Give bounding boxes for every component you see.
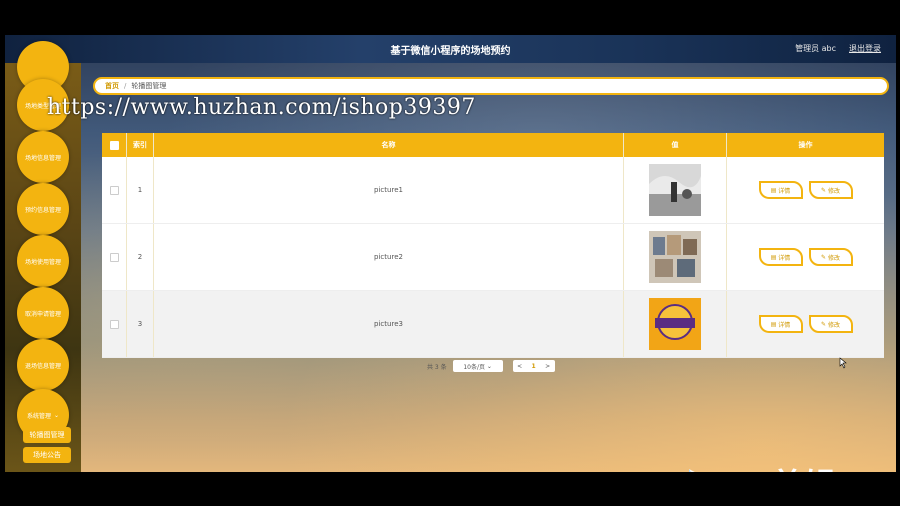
table-row: 1 picture1 ▤ 详情 ✎ 修改 <box>102 157 884 224</box>
prev-page-button[interactable]: < <box>513 363 527 370</box>
next-page-button[interactable]: > <box>541 363 555 370</box>
submenu-item-carousel[interactable]: 轮播图管理 <box>23 427 71 443</box>
sidebar-item-cancel-request[interactable]: 取消申请管理 <box>17 287 69 339</box>
row-name: picture1 <box>154 157 624 223</box>
app-window: 基于微信小程序的场地预约 管理员 abc 退出登录 场地类型管理 场地信息管理 … <box>5 35 896 472</box>
edit-icon: ✎ <box>821 320 828 328</box>
chevron-down-icon: ⌄ <box>53 411 60 419</box>
top-header: 基于微信小程序的场地预约 管理员 abc 退出登录 <box>5 35 896 63</box>
page-number-current[interactable]: 1 <box>527 363 541 370</box>
page-size-select[interactable]: 10条/页 ⌄ <box>452 360 503 372</box>
pagination-total: 共 3 条 <box>427 363 447 371</box>
overlay-url-text: https://www.huzhan.com/ishop39397 <box>47 95 476 120</box>
header-actions: 操作 <box>798 141 813 149</box>
breadcrumb-home[interactable]: 首页 <box>105 81 119 91</box>
data-table: 索引 名称 值 操作 1 picture1 ▤ 详情 ✎ 修改 2 pictur… <box>102 133 884 358</box>
header-value: 值 <box>624 133 727 157</box>
sidebar-item-venue-use[interactable]: 场地使用管理 <box>17 235 69 287</box>
logout-link[interactable]: 退出登录 <box>849 43 881 54</box>
header-name: 名称 <box>154 133 624 157</box>
row-checkbox[interactable] <box>109 319 119 329</box>
breadcrumb: 首页 / 轮播图管理 <box>93 77 889 95</box>
row-name: picture2 <box>154 224 624 290</box>
detail-icon: ▤ <box>770 320 779 328</box>
app-title: 基于微信小程序的场地预约 <box>390 46 511 57</box>
table-header: 索引 名称 值 操作 <box>102 133 884 157</box>
edit-button[interactable]: ✎ 修改 <box>808 248 853 266</box>
select-all-checkbox[interactable] <box>109 140 119 150</box>
row-index: 2 <box>127 224 154 290</box>
row-index: 1 <box>127 157 154 223</box>
row-checkbox[interactable] <box>109 252 119 262</box>
thumbnail-image <box>649 298 701 350</box>
detail-button[interactable]: ▤ 详情 <box>758 181 803 199</box>
breadcrumb-current: 轮播图管理 <box>131 82 167 90</box>
header-index: 索引 <box>127 133 154 157</box>
sidebar-item-reservation[interactable]: 预约信息管理 <box>17 183 69 235</box>
chevron-down-icon: ⌄ <box>485 362 492 370</box>
table-row: 2 picture2 ▤ 详情 ✎ 修改 <box>102 224 884 291</box>
row-checkbox[interactable] <box>109 185 119 195</box>
thumbnail-image <box>649 164 701 216</box>
table-row: 3 picture3 ▤ 详情 ✎ 修改 <box>102 291 884 358</box>
edit-icon: ✎ <box>821 186 828 194</box>
ev-watermark: eV剪辑 <box>685 460 835 472</box>
edit-button[interactable]: ✎ 修改 <box>808 181 853 199</box>
pagination: 共 3 条 10条/页 ⌄ < 1 > <box>427 360 555 372</box>
play-logo-icon <box>689 469 695 472</box>
edit-button[interactable]: ✎ 修改 <box>808 315 853 333</box>
detail-icon: ▤ <box>770 253 779 261</box>
mouse-cursor-icon <box>839 357 847 369</box>
sidebar-item-exit-info[interactable]: 退场信息管理 <box>17 339 69 391</box>
admin-user-label: 管理员 abc <box>795 44 836 53</box>
page-nav: < 1 > <box>512 360 555 372</box>
header-select-all <box>102 133 127 157</box>
row-name: picture3 <box>154 291 624 357</box>
sidebar-item-venue-info[interactable]: 场地信息管理 <box>17 131 69 183</box>
detail-button[interactable]: ▤ 详情 <box>758 315 803 333</box>
thumbnail-image <box>649 231 701 283</box>
ev-watermark-text: eV剪辑 <box>725 460 835 472</box>
edit-icon: ✎ <box>821 253 828 261</box>
breadcrumb-separator: / <box>124 82 127 90</box>
detail-icon: ▤ <box>770 186 779 194</box>
submenu-item-notice[interactable]: 场地公告 <box>23 447 71 463</box>
sidebar: 场地类型管理 场地信息管理 预约信息管理 场地使用管理 取消申请管理 退场信息管… <box>5 41 81 472</box>
detail-button[interactable]: ▤ 详情 <box>758 248 803 266</box>
row-index: 3 <box>127 291 154 357</box>
